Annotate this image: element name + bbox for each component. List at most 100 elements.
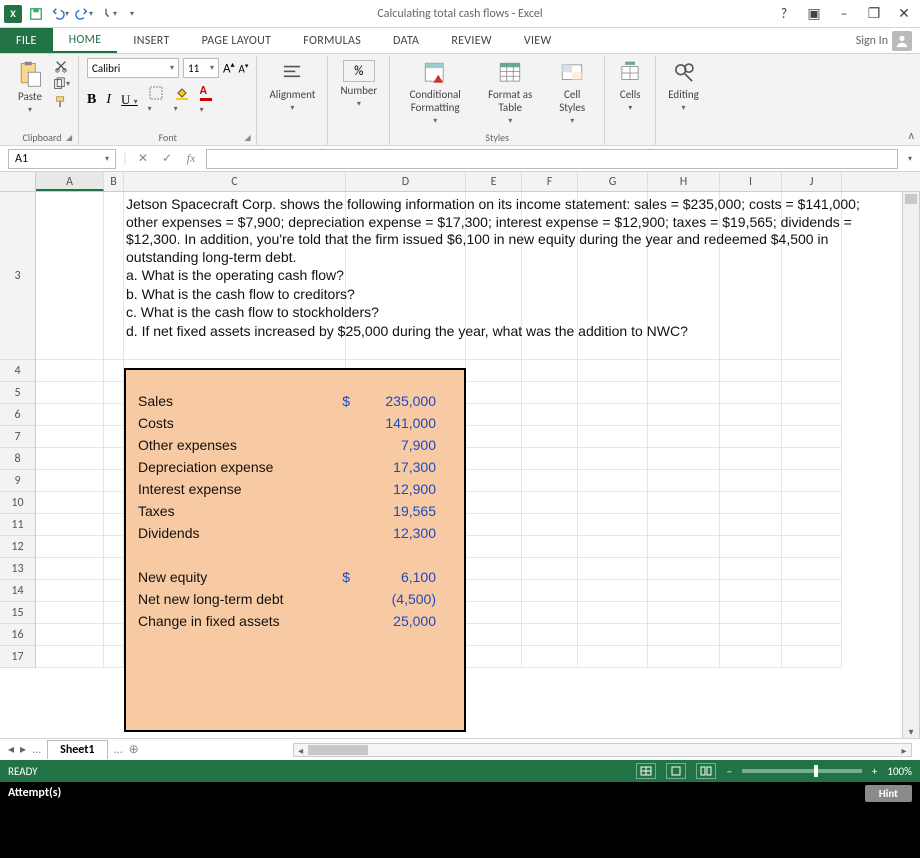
cell[interactable] xyxy=(522,514,578,536)
row-header[interactable]: 10 xyxy=(0,492,36,514)
cell[interactable] xyxy=(36,448,104,470)
horizontal-scrollbar[interactable]: ◂ ▸ xyxy=(293,743,912,757)
cell[interactable] xyxy=(104,492,124,514)
dialog-launcher-icon[interactable]: ◢ xyxy=(66,133,76,143)
cell[interactable] xyxy=(522,602,578,624)
cell[interactable] xyxy=(578,382,648,404)
scroll-left-icon[interactable]: ◂ xyxy=(294,744,308,756)
font-color-icon[interactable]: A▾ xyxy=(200,84,212,116)
select-all-cell[interactable] xyxy=(0,172,36,191)
col-header-a[interactable]: A xyxy=(36,172,104,191)
row-header[interactable]: 3 xyxy=(0,192,36,360)
cell[interactable] xyxy=(466,404,522,426)
cell[interactable] xyxy=(466,448,522,470)
cell[interactable] xyxy=(36,360,104,382)
row-header[interactable]: 6 xyxy=(0,404,36,426)
scroll-down-icon[interactable]: ▾ xyxy=(903,725,919,738)
cell[interactable] xyxy=(466,514,522,536)
underline-button[interactable]: U ▾ xyxy=(121,92,138,108)
sheet-more-right[interactable]: ... xyxy=(114,743,123,757)
cell[interactable] xyxy=(648,448,720,470)
fx-icon[interactable]: fx xyxy=(182,151,200,166)
cell[interactable] xyxy=(578,602,648,624)
cell[interactable] xyxy=(104,646,124,668)
shrink-font-icon[interactable]: A▾ xyxy=(239,61,249,76)
cell[interactable] xyxy=(720,558,782,580)
cell[interactable] xyxy=(578,646,648,668)
expand-formula-icon[interactable]: ▾ xyxy=(908,154,912,164)
normal-view-icon[interactable] xyxy=(636,763,656,779)
new-sheet-icon[interactable]: ⊕ xyxy=(129,742,139,757)
collapse-ribbon-icon[interactable]: ʌ xyxy=(909,129,914,143)
cell[interactable] xyxy=(36,470,104,492)
tab-page-layout[interactable]: PAGE LAYOUT xyxy=(186,28,288,53)
cell[interactable] xyxy=(522,646,578,668)
cell[interactable] xyxy=(720,624,782,646)
scroll-right-icon[interactable]: ▸ xyxy=(897,744,911,756)
cell[interactable] xyxy=(720,514,782,536)
cell[interactable] xyxy=(782,470,842,492)
cell[interactable] xyxy=(578,580,648,602)
cell-styles-button[interactable]: Cell Styles▾ xyxy=(548,58,596,128)
cell[interactable] xyxy=(104,448,124,470)
minimize-button[interactable]: – xyxy=(832,4,856,24)
cell[interactable] xyxy=(782,492,842,514)
cell[interactable] xyxy=(36,382,104,404)
ribbon-options-button[interactable]: ▣ xyxy=(802,4,826,24)
cell[interactable] xyxy=(782,404,842,426)
cell[interactable] xyxy=(104,514,124,536)
cell[interactable] xyxy=(648,536,720,558)
row-header[interactable]: 7 xyxy=(0,426,36,448)
col-header-g[interactable]: G xyxy=(578,172,648,191)
col-header-f[interactable]: F xyxy=(522,172,578,191)
copy-icon[interactable]: ▾ xyxy=(52,76,70,92)
cell[interactable] xyxy=(104,360,124,382)
cell[interactable] xyxy=(466,602,522,624)
tab-insert[interactable]: INSERT xyxy=(117,28,185,53)
zoom-in-button[interactable]: + xyxy=(872,765,877,778)
cell[interactable] xyxy=(522,580,578,602)
cell[interactable] xyxy=(466,646,522,668)
zoom-out-button[interactable]: – xyxy=(726,765,731,778)
enter-fx-icon[interactable]: ✓ xyxy=(158,151,176,166)
cell[interactable] xyxy=(578,514,648,536)
cell[interactable] xyxy=(522,536,578,558)
cell[interactable] xyxy=(36,192,104,360)
cell[interactable] xyxy=(578,404,648,426)
cell[interactable] xyxy=(104,580,124,602)
cell[interactable] xyxy=(466,536,522,558)
cell[interactable] xyxy=(36,602,104,624)
cell[interactable] xyxy=(522,558,578,580)
col-header-j[interactable]: J xyxy=(782,172,842,191)
row-header[interactable]: 14 xyxy=(0,580,36,602)
name-box[interactable]: A1▾ xyxy=(8,149,116,169)
row-header[interactable]: 17 xyxy=(0,646,36,668)
cell[interactable] xyxy=(578,448,648,470)
cell[interactable] xyxy=(782,382,842,404)
number-button[interactable]: % Number ▾ xyxy=(336,58,381,111)
sheet-tab-sheet1[interactable]: Sheet1 xyxy=(47,740,107,759)
cell[interactable] xyxy=(104,192,124,360)
cell[interactable] xyxy=(522,492,578,514)
cell[interactable] xyxy=(782,514,842,536)
zoom-slider[interactable] xyxy=(742,769,862,773)
cells-button[interactable]: Cells▾ xyxy=(613,58,647,115)
cell[interactable] xyxy=(648,360,720,382)
italic-button[interactable]: I xyxy=(106,92,111,108)
row-header[interactable]: 12 xyxy=(0,536,36,558)
tab-file[interactable]: FILE xyxy=(0,28,53,53)
cut-icon[interactable] xyxy=(52,58,70,74)
restore-button[interactable]: ❐ xyxy=(862,4,886,24)
cell[interactable] xyxy=(36,646,104,668)
tab-view[interactable]: VIEW xyxy=(508,28,568,53)
format-painter-icon[interactable] xyxy=(52,94,70,110)
cell[interactable] xyxy=(782,426,842,448)
cell[interactable] xyxy=(720,382,782,404)
cell[interactable] xyxy=(782,580,842,602)
cell[interactable] xyxy=(782,602,842,624)
cell[interactable] xyxy=(522,470,578,492)
help-button[interactable]: ? xyxy=(772,4,796,24)
cell[interactable] xyxy=(36,580,104,602)
cell[interactable] xyxy=(466,360,522,382)
cell[interactable] xyxy=(782,558,842,580)
